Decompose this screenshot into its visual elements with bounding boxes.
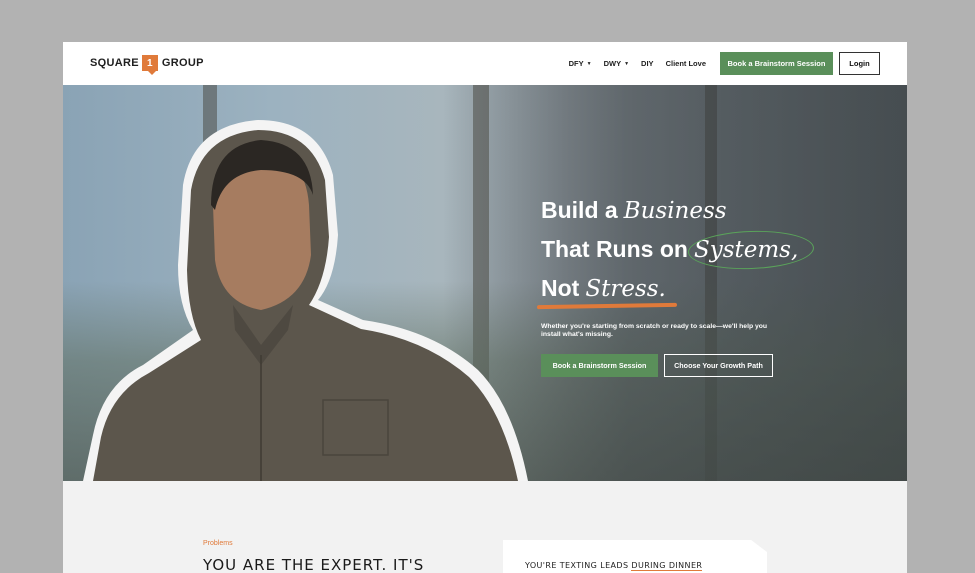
main-nav: DFY ▼ DWY ▼ DIY Client Love Book a Brain… [557,42,880,85]
login-button[interactable]: Login [839,52,880,75]
hero-subtext: Whether you're starting from scratch or … [541,323,768,338]
nav-item-dwy[interactable]: DWY ▼ [604,59,629,68]
hero-text-block: Build a Business That Runs on Systems, N… [537,197,861,377]
book-session-nav-button[interactable]: Book a Brainstorm Session [720,52,833,75]
chevron-down-icon: ▼ [586,60,592,67]
headline-line-1: Build a Business [541,197,861,236]
headline-script-underlined: Stress. [537,276,678,310]
nav-item-dfy[interactable]: DFY ▼ [569,59,592,68]
nav-item-label: Client Love [665,59,706,68]
book-session-button[interactable]: Book a Brainstorm Session [541,354,658,377]
site-header: SQUARE 1 GROUP DFY ▼ DWY ▼ DIY Client Lo… [63,42,907,85]
nav-item-diy[interactable]: DIY [641,59,654,68]
logo-mark: 1 [141,55,158,75]
circle-scribble-icon [687,228,815,272]
headline-line-2: That Runs on Systems, [541,228,861,275]
note-text-underlined: DURING DINNER [631,561,703,571]
headline-bold: That Runs on [541,236,688,262]
headline-bold: Build a [541,197,618,223]
headline-script-circled: Systems, [687,228,815,272]
logo-text-left: SQUARE [90,57,139,69]
headline-bold: Not [541,275,580,301]
headline-script: Business [623,198,727,224]
nav-item-label: DWY [603,59,622,68]
note-text-prefix: YOU'RE TEXTING LEADS [525,561,632,570]
headline-script-text: Stress. [585,276,666,302]
nav-item-label: DFY [568,59,584,68]
nav-item-label: DIY [641,59,654,68]
section-heading: YOU ARE THE EXPERT. IT'S [203,556,425,573]
hero-section: Build a Business That Runs on Systems, N… [63,85,907,481]
logo[interactable]: SQUARE 1 GROUP [90,55,204,75]
hero-buttons: Book a Brainstorm Session Choose Your Gr… [541,354,861,377]
underline-scribble-icon [537,302,678,310]
choose-growth-path-button[interactable]: Choose Your Growth Path [664,354,773,377]
page: SQUARE 1 GROUP DFY ▼ DWY ▼ DIY Client Lo… [63,42,907,573]
logo-text-right: GROUP [161,57,204,69]
note-card: YOU'RE TEXTING LEADS DURING DINNER [503,540,767,573]
headline-line-3: Not Stress. [537,275,861,314]
chevron-down-icon: ▼ [624,60,630,67]
section-eyebrow: Problems [203,540,233,547]
note-text: YOU'RE TEXTING LEADS DURING DINNER [525,561,703,571]
person-cutout-photo [83,120,528,481]
nav-item-client-love[interactable]: Client Love [666,59,706,68]
